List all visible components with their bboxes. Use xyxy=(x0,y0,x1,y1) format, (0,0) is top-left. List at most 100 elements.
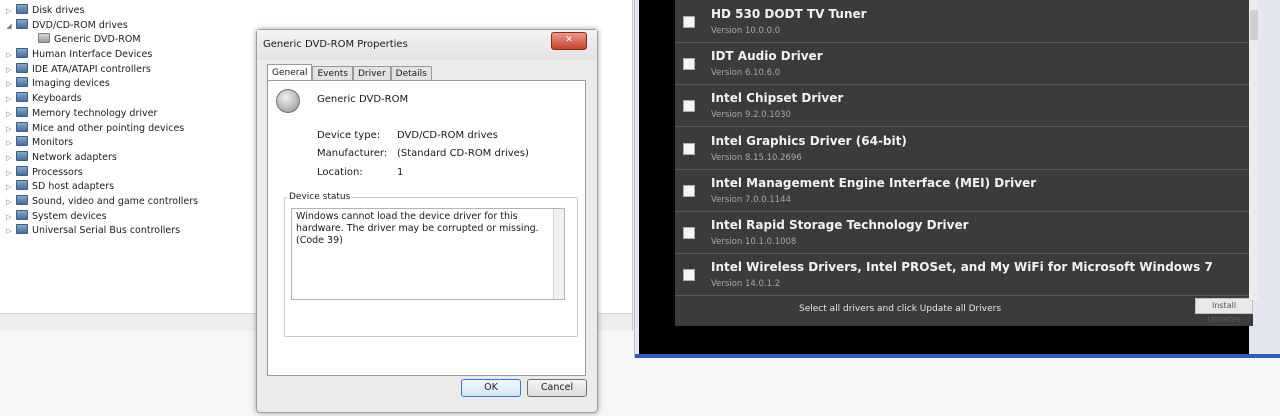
expand-arrow-icon[interactable]: ▷ xyxy=(4,151,14,166)
tab-driver[interactable]: Driver xyxy=(352,66,391,81)
manufacturer-value: (Standard CD-ROM drives) xyxy=(397,148,529,159)
dialog-title: Generic DVD-ROM Properties xyxy=(257,30,597,60)
tree-item-label: SD host adapters xyxy=(32,181,115,193)
scrollbar-thumb[interactable] xyxy=(1250,10,1258,40)
driver-version: Version 10.0.0.0 xyxy=(711,26,781,36)
expand-arrow-icon[interactable]: ▷ xyxy=(4,195,14,210)
driver-row[interactable]: Intel Wireless Drivers, Intel PROSet, an… xyxy=(675,253,1253,296)
tree-item-label: Keyboards xyxy=(32,93,82,105)
expand-arrow-icon[interactable]: ▷ xyxy=(4,136,14,151)
tree-item-label: Processors xyxy=(32,166,83,178)
tree-item[interactable]: ▷ Disk drives xyxy=(4,4,198,19)
tree-item[interactable]: ▷ Mice and other pointing devices xyxy=(4,121,198,137)
tree-item[interactable]: ▷ Human Interface Devices xyxy=(4,48,198,63)
tree-item[interactable]: ▷ Sound, video and game controllers xyxy=(4,194,198,210)
driver-checkbox[interactable] xyxy=(683,100,695,112)
driver-row[interactable]: Intel Rapid Storage Technology Driver Ver… xyxy=(675,211,1253,254)
install-updates-button[interactable]: Install Updates xyxy=(1195,298,1253,324)
device-category-icon xyxy=(16,165,28,176)
device-tree: ▷ Disk drives ◢ DVD/CD-ROM drives Generic DV… xyxy=(4,4,198,239)
driver-checkbox[interactable] xyxy=(683,269,695,281)
device-category-icon xyxy=(16,224,28,235)
device-category-icon xyxy=(16,62,28,73)
device-status-label: Device status xyxy=(287,192,353,202)
driver-row[interactable]: IDT Audio Driver Version 6.10.6.0 xyxy=(675,42,1253,85)
location-value: 1 xyxy=(397,167,404,178)
driver-version: Version 10.1.0.1008 xyxy=(711,237,797,247)
expand-arrow-icon[interactable]: ▷ xyxy=(4,63,14,78)
ok-button[interactable]: OK xyxy=(461,379,521,397)
driver-checkbox[interactable] xyxy=(683,185,695,197)
tree-item[interactable]: Generic DVD-ROM xyxy=(4,33,198,48)
expand-arrow-icon[interactable]: ▷ xyxy=(4,107,14,122)
tree-item-label: Disk drives xyxy=(32,5,85,16)
tree-item[interactable]: ▷ Keyboards xyxy=(4,92,198,107)
device-category-icon xyxy=(16,150,28,161)
expand-arrow-icon[interactable]: ▷ xyxy=(4,224,14,239)
status-message: Windows cannot load the device driver fo… xyxy=(296,211,539,246)
tab-events[interactable]: Events xyxy=(312,66,353,81)
expand-arrow-icon[interactable]: ▷ xyxy=(4,210,14,225)
dvd-drive-icon xyxy=(276,89,300,113)
device-category-icon xyxy=(16,106,28,117)
tree-item[interactable]: ▷ Network adapters xyxy=(4,150,198,166)
driver-name: Intel Graphics Driver (64-bit) xyxy=(711,134,907,148)
close-button[interactable]: ✕ xyxy=(551,32,587,50)
driver-checkbox[interactable] xyxy=(683,16,695,28)
driver-checkbox[interactable] xyxy=(683,227,695,239)
expand-arrow-icon[interactable]: ▷ xyxy=(4,92,14,107)
driver-list-scrollbar[interactable] xyxy=(1249,0,1259,300)
expand-arrow-icon[interactable]: ▷ xyxy=(4,77,14,92)
tree-item[interactable]: ▷ Imaging devices xyxy=(4,77,198,92)
driver-version: Version 6.10.6.0 xyxy=(711,68,781,78)
device-category-icon xyxy=(38,33,50,44)
tree-item[interactable]: ▷ SD host adapters xyxy=(4,180,198,195)
status-scrollbar[interactable] xyxy=(553,209,564,299)
tree-item[interactable]: ▷ Memory technology driver xyxy=(4,106,198,122)
tree-item[interactable]: ▷ IDE ATA/ATAPI controllers xyxy=(4,62,198,78)
driver-version: Version 9.2.0.1030 xyxy=(711,110,791,120)
manufacturer-label: Manufacturer: xyxy=(317,148,388,159)
tree-item-label: IDE ATA/ATAPI controllers xyxy=(32,63,151,75)
location-label: Location: xyxy=(317,167,363,178)
device-category-icon xyxy=(16,209,28,220)
tree-item[interactable]: ▷ Monitors xyxy=(4,136,198,151)
tree-item[interactable]: ▷ Processors xyxy=(4,165,198,181)
expand-arrow-icon[interactable]: ▷ xyxy=(4,166,14,181)
dialog-tabs: General Events Driver Details xyxy=(267,64,432,81)
tree-item-label: Memory technology driver xyxy=(32,107,158,119)
tree-item-label: Human Interface Devices xyxy=(32,49,153,61)
device-category-icon xyxy=(16,180,28,191)
driver-name: Intel Chipset Driver xyxy=(711,91,844,105)
device-category-icon xyxy=(16,77,28,88)
device-status-text[interactable]: Windows cannot load the device driver fo… xyxy=(291,208,565,300)
device-category-icon xyxy=(16,121,28,132)
driver-checkbox[interactable] xyxy=(683,58,695,70)
driver-row[interactable]: Intel Graphics Driver (64-bit) Version 8.… xyxy=(675,127,1253,170)
device-category-icon xyxy=(16,18,28,29)
driver-name: Intel Wireless Drivers, Intel PROSet, an… xyxy=(711,260,1213,274)
expand-arrow-icon[interactable]: ▷ xyxy=(4,48,14,63)
expand-arrow-icon[interactable]: ▷ xyxy=(4,122,14,137)
driver-row[interactable]: HD 530 DODT TV Tuner Version 10.0.0.0 xyxy=(675,0,1253,43)
tree-item[interactable]: ▷ System devices xyxy=(4,209,198,225)
driver-name: Intel Management Engine Interface (MEI) … xyxy=(711,176,1037,190)
footer-instructions: Select all drivers and click Update all … xyxy=(799,304,1002,314)
driver-checkbox[interactable] xyxy=(683,143,695,155)
driver-row[interactable]: Intel Chipset Driver Version 9.2.0.1030 xyxy=(675,84,1253,127)
cancel-button[interactable]: Cancel xyxy=(527,379,587,397)
device-name: Generic DVD-ROM xyxy=(317,94,409,105)
expand-arrow-icon[interactable]: ▷ xyxy=(4,4,14,19)
tree-item-label: Mice and other pointing devices xyxy=(32,122,185,134)
device-category-icon xyxy=(16,194,28,205)
driver-version: Version 8.15.10.2696 xyxy=(711,153,802,163)
driver-update-window: HD 530 DODT TV Tuner Version 10.0.0.0 IDT … xyxy=(634,0,1280,358)
collapse-arrow-icon[interactable]: ◢ xyxy=(4,19,14,34)
tree-item-label: Monitors xyxy=(32,137,74,149)
tree-item[interactable]: ◢ DVD/CD-ROM drives xyxy=(4,18,198,34)
tree-item[interactable]: ▷ Universal Serial Bus controllers xyxy=(4,224,198,239)
tab-details[interactable]: Details xyxy=(390,66,432,81)
expand-arrow-icon[interactable]: ▷ xyxy=(4,180,14,195)
tab-general[interactable]: General xyxy=(267,64,313,81)
driver-row[interactable]: Intel Management Engine Interface (MEI) … xyxy=(675,169,1253,212)
